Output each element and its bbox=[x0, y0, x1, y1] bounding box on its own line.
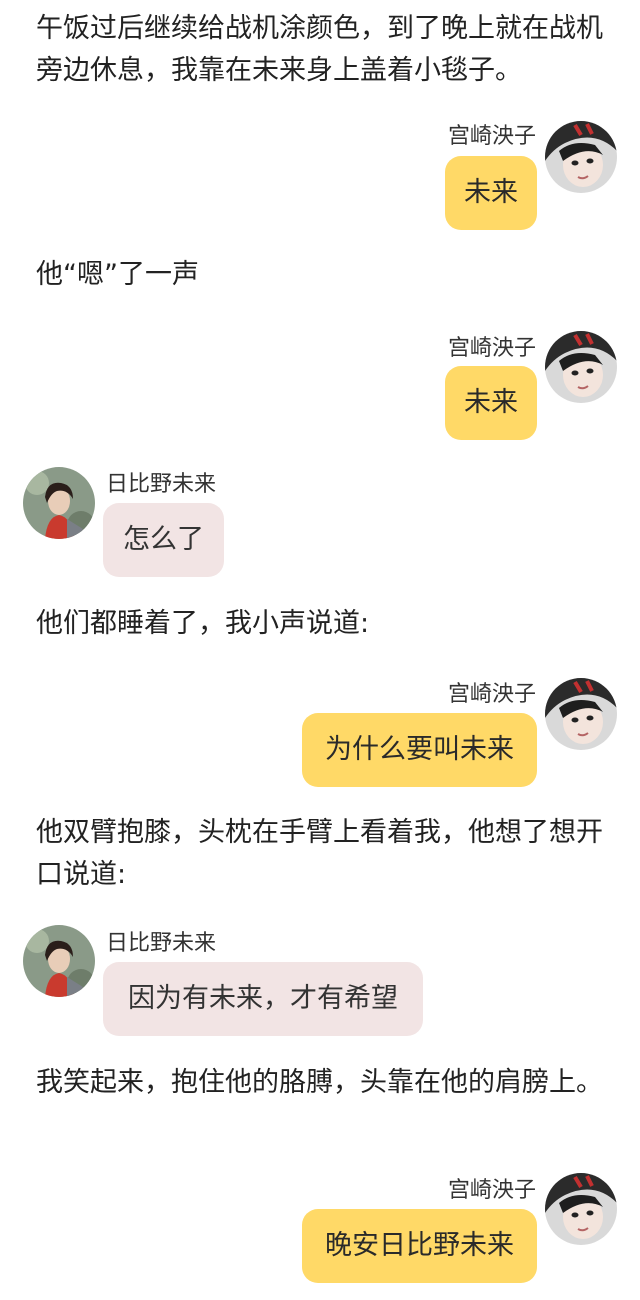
chat-bubble-right[interactable]: 未来 bbox=[445, 156, 537, 230]
sender-name: 宫崎泱子 bbox=[447, 336, 536, 361]
girl-helmet-avatar-icon[interactable] bbox=[545, 121, 617, 193]
chat-bubble-left[interactable]: 怎么了 bbox=[103, 503, 224, 577]
sender-name: 宫崎泱子 bbox=[447, 124, 536, 149]
boy-uniform-avatar-icon[interactable] bbox=[23, 925, 95, 997]
boy-uniform-avatar-icon[interactable] bbox=[23, 467, 95, 539]
chat-bubble-right[interactable]: 为什么要叫未来 bbox=[302, 713, 537, 787]
sender-name: 日比野未来 bbox=[106, 931, 217, 956]
girl-helmet-avatar-icon[interactable] bbox=[545, 678, 617, 750]
chat-bubble-right[interactable]: 未来 bbox=[445, 366, 537, 440]
narration-text: 他“嗯”了一声 bbox=[36, 259, 199, 290]
girl-helmet-avatar-icon[interactable] bbox=[545, 331, 617, 403]
sender-name: 日比野未来 bbox=[106, 472, 217, 497]
narration-text: 我笑起来，抱住他的胳膊，头靠在他的肩膀上。 bbox=[36, 1067, 603, 1098]
girl-helmet-avatar-icon[interactable] bbox=[545, 1173, 617, 1245]
narration-text: 他双臂抱膝，头枕在手臂上看着我，他想了想开口说道: bbox=[36, 817, 603, 890]
chat-bubble-left[interactable]: 因为有未来，才有希望 bbox=[103, 962, 423, 1036]
sender-name: 宫崎泱子 bbox=[447, 682, 536, 707]
chat-bubble-right[interactable]: 晚安日比野未来 bbox=[302, 1209, 537, 1283]
narration-text: 午饭过后继续给战机涂颜色，到了晚上就在战机旁边休息，我靠在未来身上盖着小毯子。 bbox=[36, 13, 603, 86]
sender-name: 宫崎泱子 bbox=[447, 1178, 536, 1203]
narration-text: 他们都睡着了，我小声说道: bbox=[36, 608, 370, 639]
